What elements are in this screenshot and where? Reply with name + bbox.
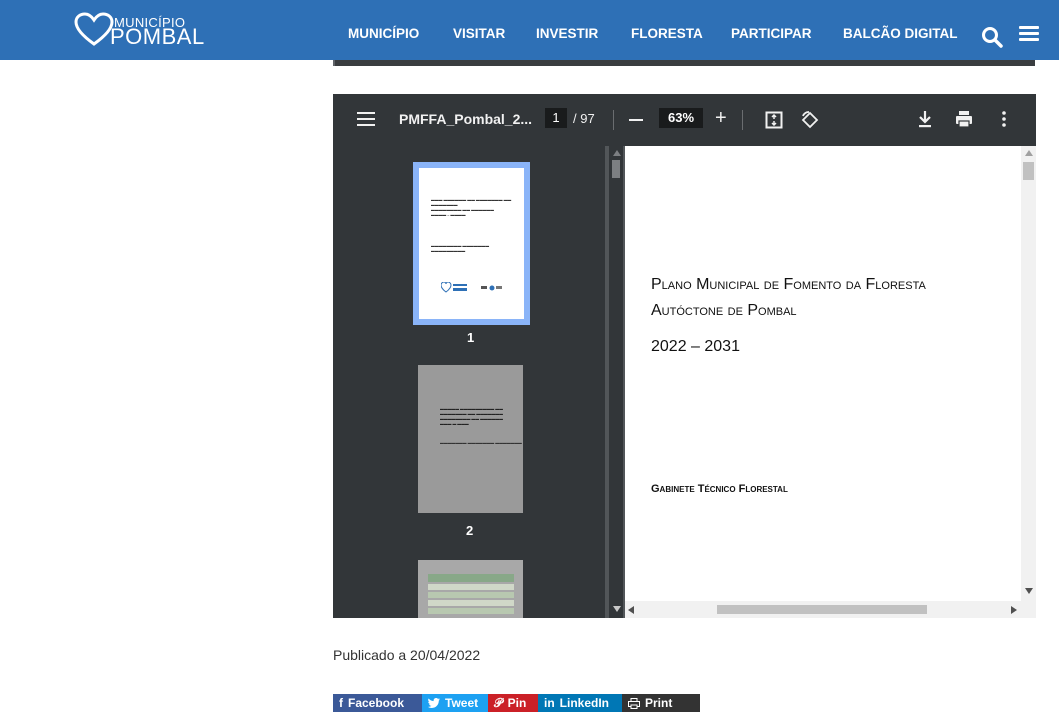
site-header: MUNICÍPIO POMBAL MUNICÍPIO VISITAR INVES… (0, 0, 1059, 60)
heart-logo-icon (74, 12, 114, 46)
share-pinterest-button[interactable]: 𝒫 Pin (488, 694, 538, 712)
document-title: Plano Municipal de Fomento da Floresta A… (651, 272, 926, 324)
document-title-line1: Plano Municipal de Fomento da Floresta (651, 276, 926, 293)
nav-floresta[interactable]: FLORESTA (631, 26, 703, 41)
page-number-input[interactable]: 1 (545, 108, 567, 128)
nav-participar[interactable]: PARTICIPAR (731, 26, 812, 41)
share-twitter-button[interactable]: Tweet (422, 694, 488, 712)
more-options-icon[interactable] (1001, 110, 1007, 128)
embed-top-border (333, 60, 1035, 66)
zoom-input[interactable]: 63% (659, 108, 703, 128)
print-icon (628, 697, 640, 709)
document-title-line2: Autóctone de Pombal (651, 302, 797, 319)
scroll-up-arrow-icon[interactable] (1025, 150, 1033, 156)
pdf-viewer[interactable]: PMFFA_Pombal_2... 1 / 97 63% + ▬▬▬ ▬▬▬▬▬… (333, 94, 1036, 618)
pdf-filename: PMFFA_Pombal_2... (399, 111, 533, 127)
share-linkedin-button[interactable]: in LinkedIn (538, 694, 622, 712)
thumbnail-panel: ▬▬▬ ▬▬▬▬▬▬ ▬▬ ▬▬▬▬▬▬▬ ▬▬ ▬▬▬▬▬▬▬ ▬▬▬▬▬▬▬▬… (333, 146, 605, 618)
twitter-icon (428, 698, 440, 708)
nav-investir[interactable]: INVESTIR (536, 26, 598, 41)
share-facebook-button[interactable]: f Facebook (333, 694, 422, 712)
logo-line2: POMBAL (110, 24, 205, 49)
thumbnail-text: ▬▬▬▬▬ ▬▬▬▬▬▬▬▬▬ ▬▬ ▬▬▬▬▬▬▬ ▬▬ ▬▬▬▬▬▬▬ ▬▬▬… (440, 407, 503, 426)
thumbnail-number-2: 2 (466, 523, 474, 538)
toolbar-divider (742, 110, 743, 130)
page-horizontal-scrollbar-thumb[interactable] (717, 605, 927, 614)
thumbnail-scrollbar[interactable] (609, 146, 623, 618)
zoom-out-button[interactable] (629, 119, 643, 121)
page-vertical-scrollbar[interactable] (1021, 146, 1036, 618)
thumbnail-table-row (428, 600, 514, 606)
scroll-down-arrow-icon[interactable] (1025, 588, 1033, 594)
thumbnail-logo-icon (441, 282, 467, 293)
page-vertical-scrollbar-thumb[interactable] (1023, 162, 1034, 180)
nav-visitar[interactable]: VISITAR (453, 26, 505, 41)
thumbnail-page-3[interactable] (418, 560, 523, 618)
scroll-right-arrow-icon[interactable] (1011, 606, 1017, 614)
pdf-page (625, 146, 1025, 618)
document-author: Gabinete Técnico Florestal (651, 483, 788, 495)
scroll-up-arrow-icon[interactable] (613, 150, 621, 156)
page-total: / 97 (573, 111, 595, 126)
zoom-in-button[interactable]: + (715, 108, 727, 128)
document-years: 2022 – 2031 (651, 338, 740, 355)
fit-page-icon[interactable] (765, 111, 783, 129)
rotate-icon[interactable] (800, 110, 820, 130)
thumbnail-page-1[interactable]: ▬▬▬ ▬▬▬▬▬▬ ▬▬ ▬▬▬▬▬▬▬ ▬▬ ▬▬▬▬▬▬▬ ▬▬▬▬▬▬▬▬… (419, 168, 524, 319)
thumbnail-text: ▬▬▬ ▬▬▬▬▬▬ ▬▬ ▬▬▬▬▬▬▬ ▬▬ ▬▬▬▬▬▬▬ ▬▬▬▬▬▬▬▬… (431, 198, 512, 217)
pinterest-icon: 𝒫 (494, 695, 503, 710)
pdf-toolbar: PMFFA_Pombal_2... 1 / 97 63% + (333, 94, 1036, 146)
nav-balcao-digital[interactable]: BALCÃO DIGITAL (843, 26, 958, 41)
scroll-left-arrow-icon[interactable] (628, 606, 634, 614)
thumbnail-table-header (428, 574, 514, 582)
toolbar-divider (613, 110, 614, 130)
thumbnail-text: ▬▬▬▬▬▬▬▬ ▬▬▬▬▬▬▬ ▬▬▬▬▬▬▬▬▬ (431, 244, 490, 253)
thumbnail-table-row (428, 592, 514, 598)
thumbnail-page-2[interactable]: ▬▬▬▬▬ ▬▬▬▬▬▬▬▬▬ ▬▬ ▬▬▬▬▬▬▬ ▬▬ ▬▬▬▬▬▬▬ ▬▬▬… (418, 365, 523, 513)
thumbnail-table-row (428, 584, 514, 590)
published-date: Publicado a 20/04/2022 (333, 647, 481, 663)
search-icon[interactable] (980, 25, 1004, 49)
menu-icon[interactable] (357, 112, 375, 126)
municipio-pombal-logo[interactable]: MUNICÍPIO POMBAL (70, 8, 220, 50)
thumbnail-number-1: 1 (467, 330, 475, 345)
thumbnail-partner-logo-icon (481, 285, 502, 291)
thumbnail-table-row (428, 608, 514, 614)
hamburger-menu-icon[interactable] (1019, 26, 1039, 42)
scroll-down-arrow-icon[interactable] (613, 606, 621, 612)
share-print-button[interactable]: Print (622, 694, 700, 712)
thumbnail-text: ▬▬▬▬▬▬▬ ▬▬▬▬▬▬▬ ▬▬▬▬▬▬▬ (440, 441, 522, 445)
thumbnail-scrollbar-thumb[interactable] (612, 160, 620, 178)
nav-municipio[interactable]: MUNICÍPIO (348, 26, 419, 41)
download-icon[interactable] (917, 110, 933, 128)
print-icon[interactable] (955, 110, 973, 128)
